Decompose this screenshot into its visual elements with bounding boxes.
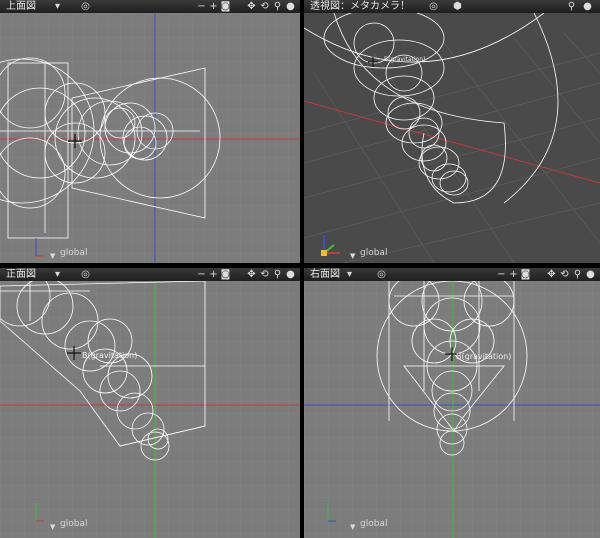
rotate-icon[interactable]: ⟲ (259, 1, 270, 12)
viewport-perspective[interactable]: 透視図：メタカメラ！ ◎ ⬢ ⚲ ● B(gravitation) ▼ glob… (304, 0, 600, 263)
menu-arrow-icon[interactable]: ▾ (52, 1, 63, 12)
sphere-icon[interactable]: ● (285, 1, 296, 12)
coordinate-label[interactable]: global (360, 248, 387, 258)
rotate-icon[interactable]: ⟲ (259, 269, 270, 280)
viewport-grid: 上面図 ▾ ◎ − + ◙ ✥ ⟲ ⚲ ● ▼ global 透視図：メタカメラ… (0, 0, 600, 538)
target-icon[interactable]: ◎ (428, 1, 439, 12)
zoom-in-button[interactable]: + (508, 269, 519, 280)
zoom-icon[interactable]: ⚲ (566, 1, 577, 12)
coordinate-label[interactable]: global (60, 519, 87, 529)
right-canvas[interactable] (304, 281, 600, 538)
zoom-out-button[interactable]: − (196, 269, 207, 280)
move-icon[interactable]: ✥ (246, 269, 257, 280)
viewport-header: 上面図 ▾ ◎ − + ◙ ✥ ⟲ ⚲ ● (0, 0, 300, 13)
zoom-in-button[interactable]: + (208, 269, 219, 280)
viewport-title[interactable]: 上面図 (6, 0, 36, 13)
coord-menu-icon[interactable]: ▼ (50, 523, 55, 531)
viewport-top[interactable]: 上面図 ▾ ◎ − + ◙ ✥ ⟲ ⚲ ● ▼ global (0, 0, 300, 263)
zoom-out-button[interactable]: − (196, 1, 207, 12)
coordinate-label[interactable]: global (60, 248, 87, 258)
viewport-right[interactable]: 右面図 ▾ ◎ − + ◙ ✥ ⟲ ⚲ ● B(gravitation) ▼ g… (304, 268, 600, 538)
coordinate-label[interactable]: global (360, 519, 387, 529)
object-marker: B(gravitation) (456, 352, 512, 361)
viewport-title[interactable]: 透視図：メタカメラ！ (310, 0, 410, 13)
zoom-icon[interactable]: ⚲ (272, 1, 283, 12)
viewport-header: 正面図 ▾ ◎ − + ◙ ✥ ⟲ ⚲ ● (0, 268, 300, 281)
viewport-header: 透視図：メタカメラ！ ◎ ⬢ ⚲ ● (304, 0, 600, 13)
coord-menu-icon[interactable]: ▼ (350, 523, 355, 531)
object-marker: B(gravitation) (384, 56, 426, 63)
rotate-icon[interactable]: ⟲ (559, 269, 570, 280)
viewport-title[interactable]: 右面図 (310, 268, 340, 281)
x-axis (304, 100, 600, 184)
coord-menu-icon[interactable]: ▼ (350, 252, 355, 260)
sphere-icon[interactable]: ● (582, 1, 593, 12)
sphere-icon[interactable]: ● (285, 269, 296, 280)
menu-arrow-icon[interactable]: ▾ (344, 269, 355, 280)
target-icon[interactable]: ◎ (80, 269, 91, 280)
menu-arrow-icon[interactable]: ▾ (52, 269, 63, 280)
front-canvas[interactable] (0, 281, 300, 538)
zoom-icon[interactable]: ⚲ (272, 269, 283, 280)
target-icon[interactable]: ◎ (376, 269, 387, 280)
move-icon[interactable]: ✥ (546, 269, 557, 280)
wireframe (304, 13, 559, 204)
camera-icon[interactable]: ◙ (220, 1, 231, 12)
viewport-header: 右面図 ▾ ◎ − + ◙ ✥ ⟲ ⚲ ● (304, 268, 600, 281)
zoom-in-button[interactable]: + (208, 1, 219, 12)
zoom-icon[interactable]: ⚲ (572, 269, 583, 280)
coord-menu-icon[interactable]: ▼ (50, 252, 55, 260)
zoom-out-button[interactable]: − (496, 269, 507, 280)
object-marker: B(gravitation) (82, 351, 138, 360)
camera-icon[interactable]: ◙ (520, 269, 531, 280)
cube-icon[interactable]: ⬢ (452, 1, 463, 12)
axis-gizmo (321, 235, 340, 256)
viewport-front[interactable]: 正面図 ▾ ◎ − + ◙ ✥ ⟲ ⚲ ● B(gravitation) ▼ g… (0, 268, 300, 538)
perspective-canvas[interactable] (304, 13, 600, 263)
sphere-icon[interactable]: ● (585, 269, 596, 280)
camera-icon[interactable]: ◙ (220, 269, 231, 280)
target-icon[interactable]: ◎ (80, 1, 91, 12)
viewport-title[interactable]: 正面図 (6, 268, 36, 281)
move-icon[interactable]: ✥ (246, 1, 257, 12)
top-canvas[interactable] (0, 13, 300, 263)
